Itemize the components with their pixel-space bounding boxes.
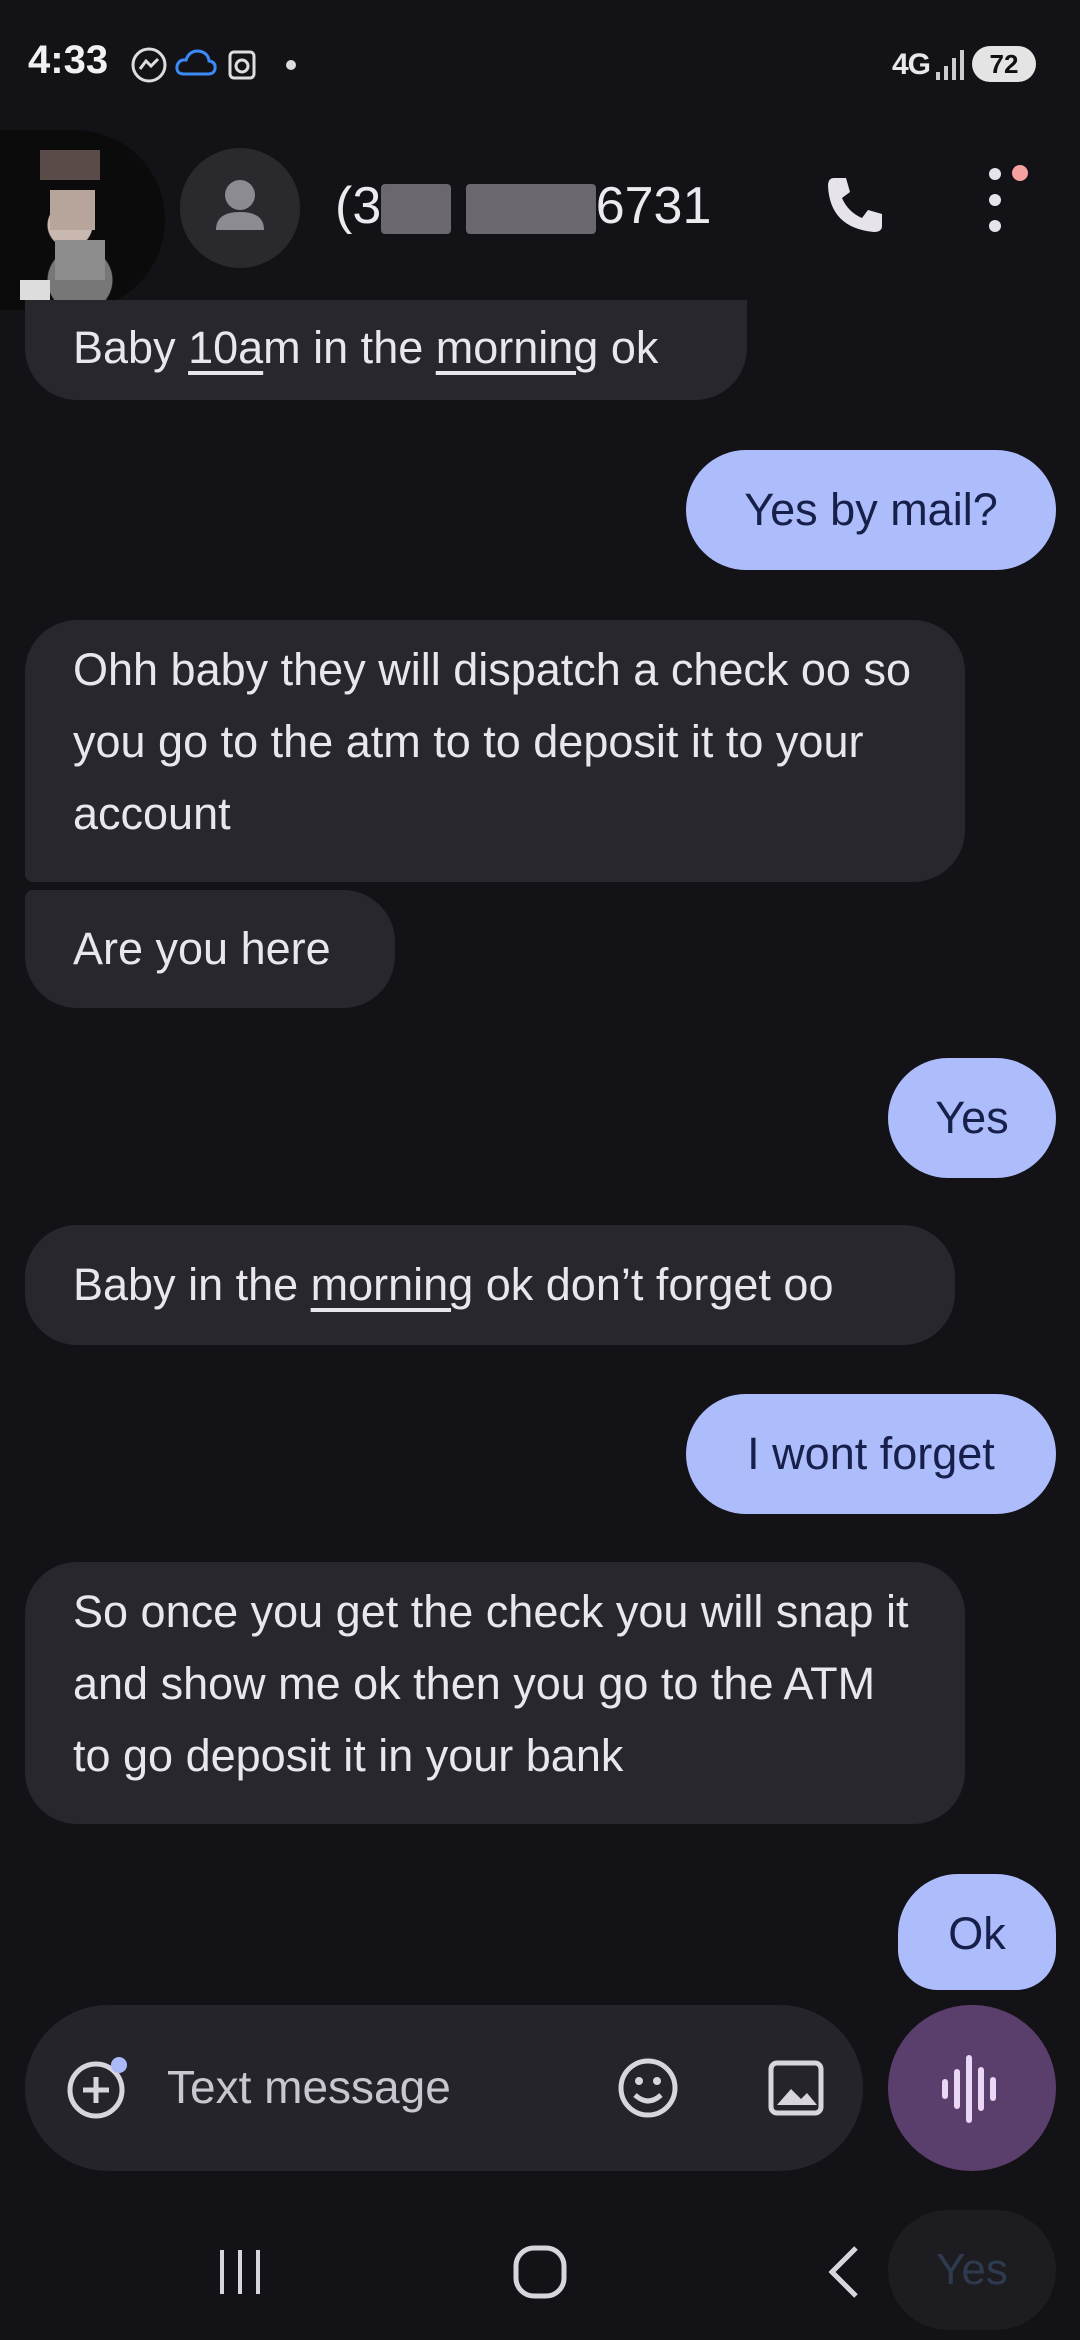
status-bar: 4:33 4G 72 <box>0 0 1080 130</box>
user-avatar[interactable] <box>0 130 165 310</box>
contact-avatar[interactable] <box>180 148 300 268</box>
message-bubble-outgoing[interactable]: Yes <box>888 1058 1056 1178</box>
message-bubble-outgoing[interactable]: Ok <box>898 1874 1056 1990</box>
home-icon[interactable] <box>510 2242 570 2302</box>
message-bubble-incoming[interactable]: Ohh baby they will dispatch a check oo s… <box>25 620 965 882</box>
message-bubble-outgoing[interactable]: Yes by mail? <box>686 450 1056 570</box>
redacted-block <box>381 184 452 235</box>
message-input[interactable]: Text message <box>167 2060 451 2114</box>
add-icon[interactable] <box>65 2055 131 2121</box>
app-notification-icon <box>228 50 256 80</box>
cloud-icon <box>175 49 217 76</box>
voice-record-button[interactable] <box>888 2005 1056 2171</box>
message-bubble-incoming[interactable]: Are you here <box>25 890 395 1008</box>
redacted-block <box>465 184 596 235</box>
person-icon <box>216 180 264 230</box>
link-morning[interactable]: morning <box>311 1259 474 1310</box>
contact-name[interactable]: (3 6731 <box>335 176 711 236</box>
voice-icon <box>942 2055 996 2123</box>
message-bubble-incoming[interactable]: So once you get the check you will snap … <box>25 1562 965 1824</box>
network-type: 4G <box>891 48 931 81</box>
message-composer: Text message <box>25 2005 863 2171</box>
ghost-bubble: Yes <box>888 2210 1056 2330</box>
dot-icon <box>286 60 296 70</box>
link-time[interactable]: 10a <box>188 322 263 373</box>
message-bubble-incoming[interactable]: Baby in the morning ok don’t forget oo <box>25 1225 955 1345</box>
messenger-icon <box>131 47 167 83</box>
message-bubble-outgoing[interactable]: I wont forget <box>686 1394 1056 1514</box>
message-bubble-incoming[interactable]: Baby 10am in the morning ok <box>25 300 747 400</box>
battery-indicator: 72 <box>972 46 1036 82</box>
image-icon[interactable] <box>763 2055 829 2121</box>
notification-dot <box>1012 165 1028 181</box>
link-morning[interactable]: morning <box>436 322 599 373</box>
status-time: 4:33 <box>28 38 109 82</box>
recent-apps-icon[interactable] <box>210 2242 270 2302</box>
signal-icon <box>936 50 964 80</box>
emoji-icon[interactable] <box>615 2055 681 2121</box>
back-icon[interactable] <box>820 2242 870 2302</box>
phone-icon[interactable] <box>820 170 890 240</box>
message-list[interactable]: Baby 10am in the morning ok Yes by mail?… <box>0 300 1080 1990</box>
